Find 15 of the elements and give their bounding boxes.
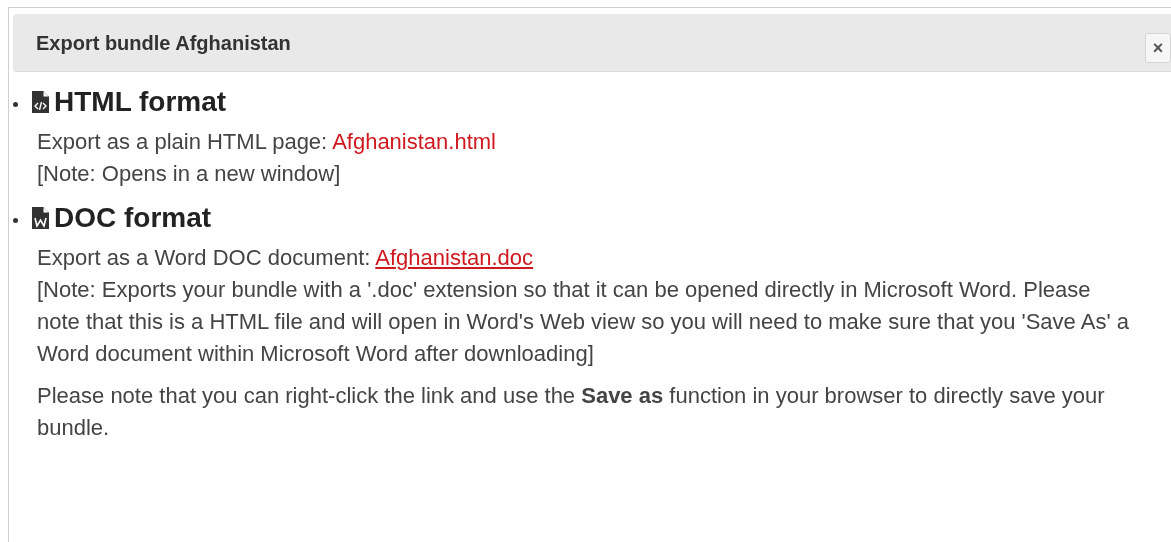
format-heading: HTML format [54, 85, 227, 119]
note-text: [Note: Opens in a new window] [37, 160, 342, 188]
download-link[interactable]: Afghanistan.html [332, 129, 496, 154]
footer-note: Please note that you can right-click the link and use the Save as function in your browser to directly save your bundle. [37, 382, 1106, 442]
format-heading: DOC format [54, 201, 212, 235]
code-file-icon [32, 91, 49, 113]
download-link[interactable]: Afghanistan.doc [375, 245, 534, 270]
bullet-icon [13, 217, 18, 223]
export-description: Export as a plain HTML page: Afghanistan.html [37, 128, 497, 156]
dialog-title: Export bundle Afghanistan [36, 30, 291, 56]
close-button[interactable]: × [1145, 33, 1171, 63]
note-text: [Note: Exports your bundle with a '.doc' extension so that it can be opened directly in Microsoft Word. Please note that this is a HTML file and will open in Word's Web view so you will need to make sure that you 'Save As' a Word document within Microsoft Word after downloading] [37, 276, 1130, 368]
word-file-icon [32, 207, 49, 229]
export-description: Export as a Word DOC document: Afghanistan.doc [37, 244, 535, 272]
bullet-icon [13, 101, 18, 107]
